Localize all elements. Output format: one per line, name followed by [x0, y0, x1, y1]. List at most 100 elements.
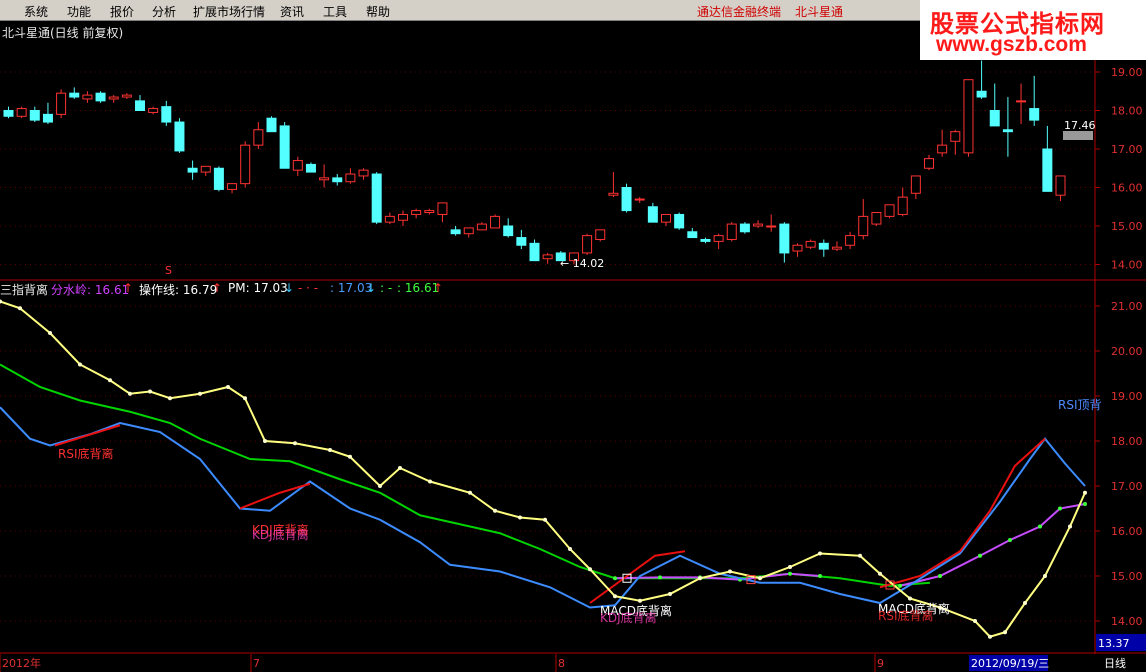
price-tick-label: 17.00 — [1111, 143, 1143, 156]
candle-body — [976, 90, 987, 98]
candle-body — [200, 165, 211, 173]
candle-body — [1002, 129, 1013, 133]
indicator-pm: PM: 17.03 — [228, 281, 288, 295]
candle-body — [700, 238, 711, 242]
indicator-name[interactable]: 三指背离 — [0, 281, 48, 298]
period-label: 日线 — [1104, 656, 1126, 670]
yellow-line-dot — [348, 454, 352, 459]
candle-body — [687, 231, 698, 239]
yellow-line-dot — [468, 490, 472, 495]
yellow-line-dot — [18, 306, 22, 311]
candle-body — [766, 225, 777, 228]
price-tick-label: 18.00 — [1111, 105, 1143, 118]
yellow-line-dot — [668, 592, 672, 596]
price-tick-label: 15.00 — [1111, 220, 1143, 233]
indicator-operation-line: 操作线: 16.79 — [139, 283, 218, 297]
yellow-line-dot — [588, 567, 592, 572]
site-watermark: 股票公式指标网 www.gszb.com — [920, 0, 1146, 60]
candle-body — [161, 106, 172, 123]
candle-body — [608, 192, 619, 196]
yellow-line-dot — [243, 396, 247, 401]
stock-name-link[interactable]: 北斗星通 — [795, 3, 843, 20]
candle-body — [595, 229, 606, 240]
indicator-tick-label: 15.00 — [1111, 570, 1143, 583]
indicator-tick-label: 14.00 — [1111, 615, 1143, 628]
candle-body — [305, 163, 316, 173]
candle-body — [950, 131, 961, 142]
candle-body — [845, 235, 856, 246]
candle-body — [1042, 148, 1053, 192]
rsi-top-divergence-label: RSI顶背 — [1058, 398, 1102, 412]
candle-body — [963, 79, 974, 154]
watermark-url: www.gszb.com — [936, 33, 1087, 56]
stock-chart[interactable]: 19.00 18.00 17.00 16.00 15.00 14.00 21.00 20.00… — [0, 0, 1146, 672]
candlestick-series[interactable] — [3, 60, 1066, 265]
terminal-link[interactable]: 通达信金融终端 — [697, 3, 781, 20]
yellow-line-dot — [1043, 574, 1047, 578]
down-arrow-icon: ↓ — [366, 281, 377, 295]
menu-extended-market[interactable]: 扩展市场行情 — [193, 3, 265, 20]
candle-body — [739, 223, 750, 233]
date-tick-label: 9 — [877, 657, 884, 670]
indicator-tick-label: 17.00 — [1111, 480, 1143, 493]
candle-body — [490, 215, 501, 229]
date-tick-label: 2012年 — [2, 656, 41, 670]
candle-body — [818, 242, 829, 250]
cursor-date-label: 2012/09/19/三 — [971, 657, 1049, 670]
yellow-line-dot — [428, 479, 432, 484]
candle-body — [647, 206, 658, 223]
candle-body — [213, 167, 224, 190]
yellow-line-dot — [168, 396, 172, 401]
candle-body — [989, 110, 1000, 127]
candle-body — [1016, 100, 1027, 103]
purple-line-b-dot — [978, 553, 982, 558]
candle-body — [3, 110, 14, 117]
purple-line-b-dot — [1008, 538, 1012, 542]
candle-body — [516, 237, 527, 246]
menu-analysis[interactable]: 分析 — [152, 3, 176, 20]
purple-line-a-dot — [818, 574, 822, 578]
yellow-line-dot — [878, 571, 882, 576]
candle-body — [831, 246, 842, 250]
price-tick-label: 19.00 — [1111, 66, 1143, 79]
red-line-b — [239, 482, 311, 510]
candle-body — [332, 177, 343, 183]
candle-body — [148, 108, 159, 113]
chart-grid — [0, 60, 1146, 672]
low-price-label: ← 14.02 — [560, 257, 604, 270]
yellow-line-dot — [518, 515, 522, 520]
yellow-line-dot — [858, 553, 862, 558]
candle-body — [240, 144, 251, 185]
candle-body — [529, 242, 540, 262]
date-tick-label: 8 — [558, 657, 565, 670]
menu-news[interactable]: 资讯 — [280, 3, 304, 20]
candle-body — [871, 212, 882, 225]
candle-body — [753, 223, 764, 227]
chart-title: 北斗星通(日线 前复权) — [2, 26, 124, 40]
candle-body — [29, 110, 40, 121]
menu-function[interactable]: 功能 — [67, 3, 91, 20]
candle-body — [542, 254, 553, 260]
kdj-bottom-divergence-label-overlay: KDJ底背离 — [252, 528, 309, 542]
menu-tools[interactable]: 工具 — [323, 3, 347, 20]
candle-body — [661, 213, 671, 223]
yellow-line-dot — [148, 389, 152, 394]
purple-line-b-dot — [1038, 524, 1042, 529]
yellow-line-dot — [613, 594, 617, 599]
price-tick-label: 14.00 — [1111, 259, 1143, 272]
yellow-line-dot — [378, 484, 382, 488]
yellow-line-dot — [1023, 601, 1027, 605]
candle-body — [319, 177, 330, 181]
purple-line-b-dot — [898, 583, 902, 588]
menu-help[interactable]: 帮助 — [366, 3, 390, 20]
green-line — [0, 363, 931, 587]
candle-body — [292, 160, 303, 171]
menu-quote[interactable]: 报价 — [110, 3, 134, 20]
candle-body — [924, 158, 934, 169]
yellow-line-dot — [108, 378, 112, 383]
menu-system[interactable]: 系统 — [24, 3, 48, 20]
indicator-tick-label: 21.00 — [1111, 300, 1143, 313]
yellow-line-dot — [493, 508, 497, 513]
up-arrow-icon: ↑ — [123, 281, 134, 295]
candle-body — [476, 223, 487, 231]
